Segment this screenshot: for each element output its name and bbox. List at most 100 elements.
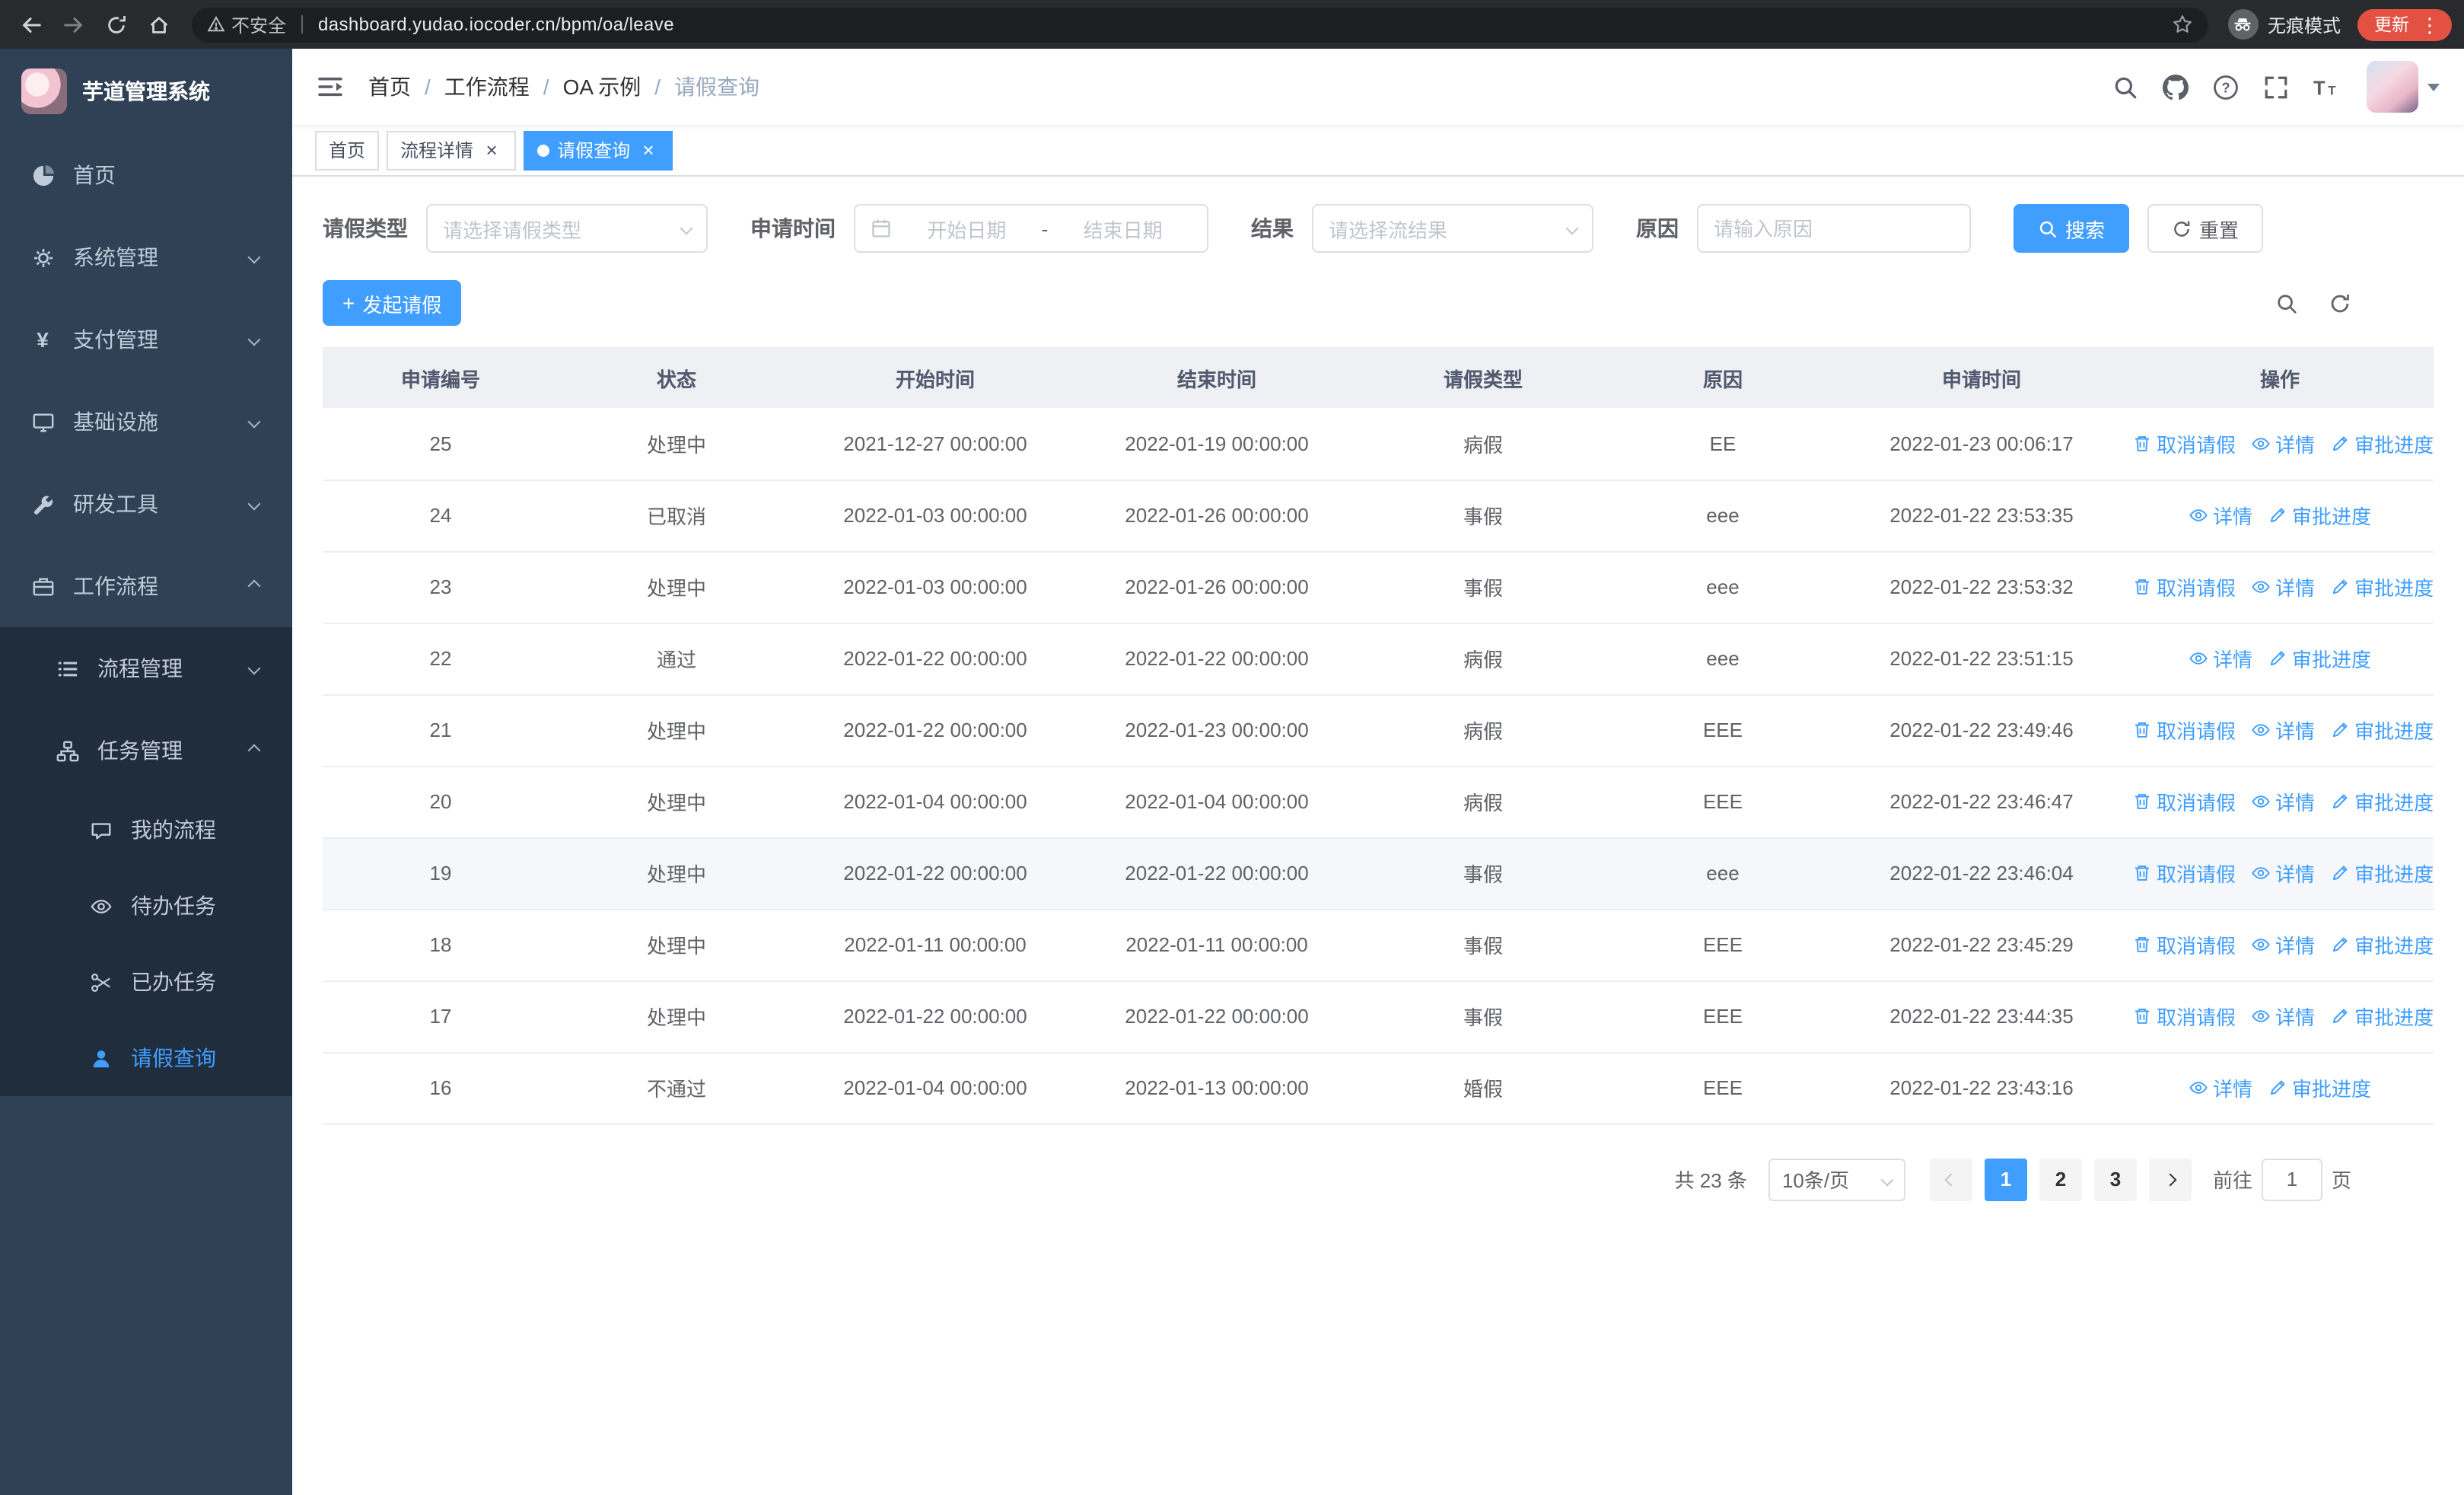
goto-page-input[interactable] <box>2261 1158 2322 1200</box>
cancel-leave-link[interactable]: 取消请假 <box>2132 1002 2236 1031</box>
search-button[interactable]: 搜索 <box>2014 204 2130 253</box>
progress-link[interactable]: 审批进度 <box>2268 501 2371 530</box>
action-label: 详情 <box>2212 505 2252 528</box>
next-page-button[interactable] <box>2148 1158 2192 1200</box>
breadcrumb-item[interactable]: 首页 <box>368 72 411 102</box>
sidebar-item-done-tasks[interactable]: 已办任务 <box>0 944 292 1020</box>
create-leave-button[interactable]: + 发起请假 <box>323 280 462 326</box>
page-button-2[interactable]: 2 <box>2039 1158 2082 1200</box>
progress-link[interactable]: 审批进度 <box>2330 859 2434 888</box>
tab-process-detail[interactable]: 流程详情 × <box>387 130 517 170</box>
refresh-table-icon[interactable] <box>2329 292 2351 314</box>
avatar[interactable] <box>2367 61 2418 113</box>
progress-link[interactable]: 审批进度 <box>2330 429 2434 458</box>
sidebar-item-system[interactable]: 系统管理 <box>0 216 292 298</box>
sidebar-item-label: 流程管理 <box>97 656 183 681</box>
reset-button[interactable]: 重置 <box>2147 204 2264 253</box>
table-toolbar: + 发起请假 <box>323 280 2434 326</box>
update-button[interactable]: 更新 ⋮ <box>2357 8 2452 40</box>
cancel-leave-link[interactable]: 取消请假 <box>2132 787 2236 816</box>
forward-button[interactable] <box>55 5 93 43</box>
page-button-3[interactable]: 3 <box>2093 1158 2137 1200</box>
progress-link[interactable]: 审批进度 <box>2330 716 2434 744</box>
detail-link[interactable]: 详情 <box>2189 501 2252 530</box>
cancel-leave-link[interactable]: 取消请假 <box>2132 572 2236 601</box>
sidebar-item-home[interactable]: 首页 <box>0 134 292 216</box>
sidebar-item-process-mgmt[interactable]: 流程管理 <box>0 627 292 709</box>
home-button[interactable] <box>140 5 178 43</box>
security-warning[interactable]: 不安全 <box>207 11 286 37</box>
sidebar-item-workflow[interactable]: 工作流程 <box>0 545 292 627</box>
gear-icon <box>30 246 55 269</box>
cell-end: 2022-01-19 00:00:00 <box>1076 408 1358 480</box>
sidebar-item-label: 系统管理 <box>73 245 158 269</box>
fullscreen-icon[interactable] <box>2263 74 2289 100</box>
detail-link[interactable]: 详情 <box>2251 787 2315 816</box>
page-button-1[interactable]: 1 <box>1984 1158 2027 1200</box>
date-range-picker[interactable]: 开始日期 - 结束日期 <box>854 204 1208 253</box>
sidebar-item-todo-tasks[interactable]: 待办任务 <box>0 868 292 944</box>
detail-link[interactable]: 详情 <box>2251 716 2315 744</box>
detail-link[interactable]: 详情 <box>2251 1002 2315 1031</box>
cell-end: 2022-01-22 00:00:00 <box>1076 980 1358 1053</box>
sidebar-item-task-mgmt[interactable]: 任务管理 <box>0 709 292 792</box>
progress-link[interactable]: 审批进度 <box>2268 644 2371 673</box>
result-select[interactable]: 请选择流结果 <box>1312 204 1593 253</box>
tab-leave-query[interactable]: 请假查询 × <box>524 130 673 170</box>
progress-link[interactable]: 审批进度 <box>2268 1073 2371 1102</box>
prev-page-button[interactable] <box>1929 1158 1972 1200</box>
detail-link[interactable]: 详情 <box>2251 429 2315 458</box>
sidebar-item-payment[interactable]: ¥ 支付管理 <box>0 298 292 381</box>
cancel-leave-link[interactable]: 取消请假 <box>2132 716 2236 744</box>
browser-menu-icon[interactable]: ⋮ <box>2420 14 2440 34</box>
progress-link[interactable]: 审批进度 <box>2330 787 2434 816</box>
breadcrumb-item[interactable]: OA 示例 <box>563 72 641 102</box>
detail-link[interactable]: 详情 <box>2251 572 2315 601</box>
sidebar-item-leave-query[interactable]: 请假查询 <box>0 1020 292 1096</box>
page-content: 请假类型 请选择请假类型 申请时间 开始日期 - 结束日期 结果 请选择流结果 … <box>292 177 2464 1495</box>
help-icon[interactable]: ? <box>2213 74 2239 100</box>
cell-end: 2022-01-26 00:00:00 <box>1076 480 1358 552</box>
github-icon[interactable] <box>2163 74 2189 100</box>
sidebar-item-devtools[interactable]: 研发工具 <box>0 463 292 545</box>
address-bar[interactable]: 不安全 dashboard.yudao.iocoder.cn/bpm/oa/le… <box>192 7 2208 42</box>
reload-button[interactable] <box>97 5 135 43</box>
leave-type-select[interactable]: 请选择请假类型 <box>426 204 708 253</box>
close-tab-icon[interactable]: × <box>638 139 659 161</box>
bookmark-star-icon[interactable] <box>2172 14 2193 35</box>
progress-link[interactable]: 审批进度 <box>2330 1002 2434 1031</box>
cancel-leave-link[interactable]: 取消请假 <box>2132 930 2236 959</box>
search-icon[interactable] <box>2112 74 2138 100</box>
action-label: 详情 <box>2275 577 2316 600</box>
action-label: 取消请假 <box>2157 577 2236 600</box>
font-size-icon[interactable]: TT <box>2313 74 2339 100</box>
progress-link[interactable]: 审批进度 <box>2330 930 2434 959</box>
detail-link[interactable]: 详情 <box>2251 859 2315 888</box>
user-menu[interactable] <box>2367 61 2440 113</box>
reason-input[interactable] <box>1697 204 1971 253</box>
tab-home[interactable]: 首页 <box>315 130 380 170</box>
sidebar-item-label: 支付管理 <box>73 327 158 352</box>
back-button[interactable] <box>12 5 50 43</box>
sidebar-item-label: 基础设施 <box>73 410 158 434</box>
cancel-leave-link[interactable]: 取消请假 <box>2132 859 2236 888</box>
sidebar-item-my-process[interactable]: 我的流程 <box>0 792 292 868</box>
breadcrumb-item[interactable]: 工作流程 <box>444 72 530 102</box>
eye-icon <box>2251 720 2271 740</box>
close-tab-icon[interactable]: × <box>481 139 502 161</box>
detail-link[interactable]: 详情 <box>2251 930 2315 959</box>
action-label: 详情 <box>2275 863 2316 886</box>
hamburger-icon[interactable] <box>292 73 368 100</box>
toggle-search-icon[interactable] <box>2275 292 2298 314</box>
page-size-select[interactable]: 10条/页 <box>1768 1158 1905 1200</box>
page-url: dashboard.yudao.iocoder.cn/bpm/oa/leave <box>318 14 674 35</box>
cell-actions: 详情 审批进度 <box>2126 1052 2434 1124</box>
detail-link[interactable]: 详情 <box>2189 644 2252 673</box>
divider <box>301 15 304 33</box>
sidebar-item-infrastructure[interactable]: 基础设施 <box>0 381 292 463</box>
cell-id: 17 <box>323 980 559 1053</box>
progress-link[interactable]: 审批进度 <box>2330 572 2434 601</box>
detail-link[interactable]: 详情 <box>2189 1073 2252 1102</box>
cancel-leave-link[interactable]: 取消请假 <box>2132 429 2236 458</box>
app-logo[interactable]: 芋道管理系统 <box>0 49 292 134</box>
